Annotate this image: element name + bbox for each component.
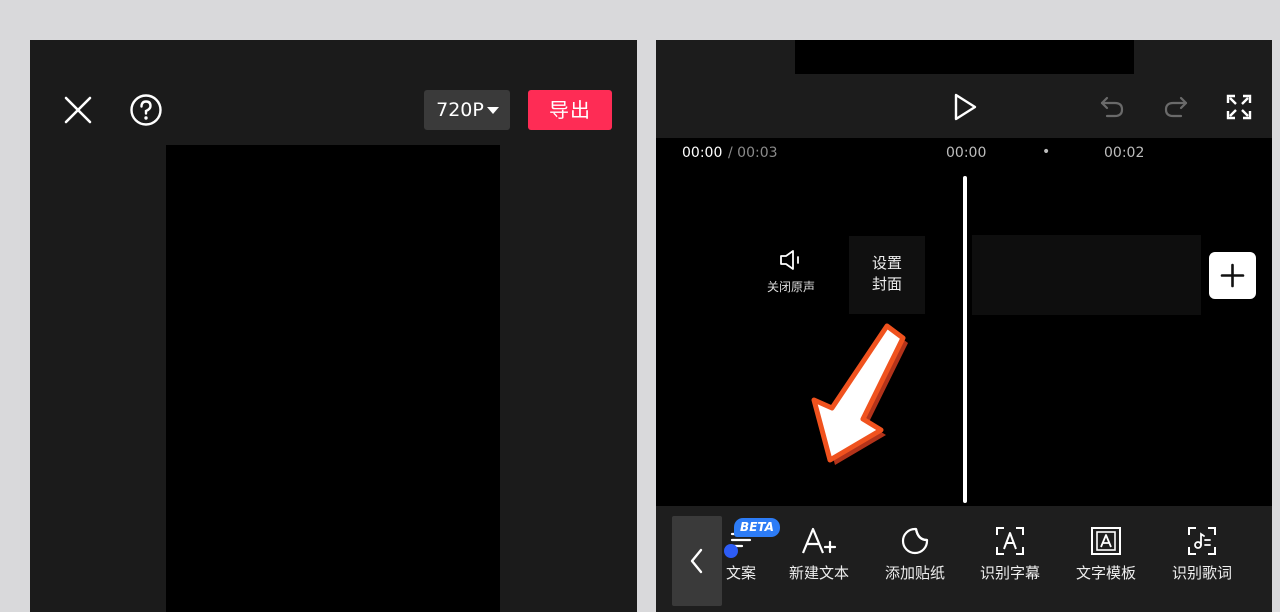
toolbar-item-text-template[interactable]: 文字模板	[1061, 526, 1151, 583]
resolution-dropdown[interactable]: 720P	[424, 90, 510, 130]
add-clip-button[interactable]	[1209, 252, 1256, 299]
arrow-icon	[811, 323, 908, 465]
toolbar-item-label: 识别歌词	[1171, 564, 1232, 582]
lyrics-recognize-icon	[1188, 527, 1216, 555]
help-icon[interactable]	[128, 92, 164, 128]
toolbar-item-label: 新建文本	[788, 564, 849, 582]
toolbar-item-label: 文字模板	[1075, 564, 1136, 582]
toolbar-item-recognize-captions[interactable]: 识别字幕	[965, 526, 1055, 583]
total-duration: / 00:03	[728, 145, 778, 161]
video-track-clip[interactable]	[972, 235, 1201, 315]
ruler-tick: 00:02	[1104, 145, 1145, 161]
toolbar-item-label: 识别字幕	[979, 564, 1040, 582]
toolbar-back-button[interactable]	[672, 516, 722, 606]
resolution-label: 720P	[436, 99, 484, 121]
current-timecode: 00:00	[682, 145, 723, 161]
add-text-icon	[801, 527, 837, 554]
preview-strip	[795, 40, 1134, 74]
caret-down-icon	[487, 107, 499, 114]
export-screen-panel: 720P 导出	[30, 40, 637, 612]
sticker-icon	[901, 527, 929, 555]
cover-label-line2: 封面	[871, 275, 902, 293]
close-icon[interactable]	[60, 92, 96, 128]
text-toolbar: 文案 新建文本 添加贴纸 识别字幕 文字模板 识别歌词 BETA	[656, 506, 1272, 612]
chevron-left-icon	[690, 548, 703, 574]
ruler-tick: •	[1042, 144, 1051, 160]
toolbar-item-sticker[interactable]: 添加贴纸	[870, 526, 960, 583]
caption-recognize-icon	[996, 527, 1024, 555]
speaker-icon	[780, 250, 799, 270]
beta-badge: BETA	[734, 518, 780, 537]
toolbar-item-new-text[interactable]: 新建文本	[774, 526, 864, 583]
text-template-icon	[1091, 527, 1121, 555]
mute-original-audio-button[interactable]: 关闭原声	[756, 248, 826, 308]
fullscreen-icon[interactable]	[1226, 94, 1252, 120]
toolbar-item-recognize-lyrics[interactable]: 识别歌词	[1157, 526, 1247, 583]
set-cover-button[interactable]: 设置 封面	[849, 236, 925, 314]
undo-icon[interactable]	[1098, 94, 1126, 120]
ruler-tick: 00:00	[946, 145, 987, 161]
cover-label-line1: 设置	[871, 254, 902, 272]
player-controls-bar	[656, 40, 1272, 138]
editor-panel: 00:00 / 00:03 00:00 • 00:02 关闭原声 设置 封面 文…	[656, 40, 1272, 612]
export-button[interactable]: 导出	[528, 90, 612, 130]
toolbar-item-label: 添加贴纸	[884, 564, 945, 582]
redo-icon[interactable]	[1162, 94, 1190, 120]
playhead[interactable]	[963, 176, 967, 503]
play-icon[interactable]	[952, 92, 978, 122]
mute-label: 关闭原声	[766, 280, 815, 294]
new-indicator-dot	[724, 544, 738, 558]
video-preview	[166, 145, 500, 612]
